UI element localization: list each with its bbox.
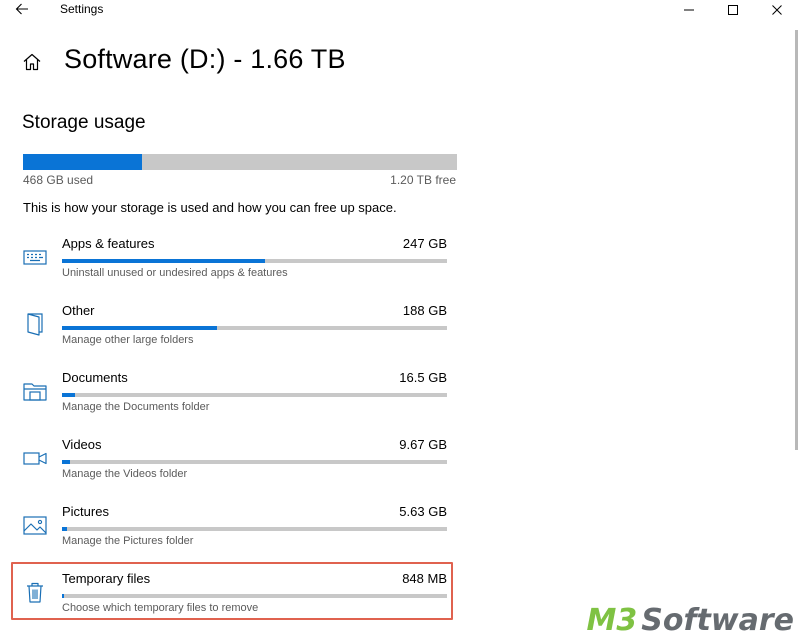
category-name: Documents: [62, 370, 128, 385]
category-bar-fill: [62, 527, 67, 531]
page-title: Software (D:) - 1.66 TB: [64, 44, 346, 74]
category-name: Videos: [62, 437, 102, 452]
section-title: Storage usage: [22, 112, 146, 133]
category-size: 9.67 GB: [399, 437, 447, 452]
storage-description: This is how your storage is used and how…: [23, 200, 397, 215]
category-bar-fill: [62, 460, 71, 464]
category-apps-features[interactable]: Apps & features 247 GB Uninstall unused …: [14, 236, 454, 294]
category-subtitle: Manage the Videos folder: [62, 468, 188, 480]
category-size: 188 GB: [402, 303, 447, 318]
keyboard-icon: [23, 250, 47, 265]
used-label: 468 GB used: [23, 173, 94, 187]
video-camera-icon: [23, 452, 47, 465]
close-button[interactable]: [760, 0, 794, 20]
category-pictures[interactable]: Pictures 5.63 GB Manage the Pictures fol…: [14, 504, 454, 562]
storage-usage-fill: [23, 154, 143, 170]
maximize-icon: [728, 5, 738, 15]
category-bar: [62, 326, 447, 330]
category-bar: [62, 460, 447, 464]
settings-window: Settings Software (D:) - 1.66 TB Storage…: [0, 0, 800, 640]
category-other[interactable]: Other 188 GB Manage other large folders: [14, 303, 454, 361]
category-videos[interactable]: Videos 9.67 GB Manage the Videos folder: [14, 437, 454, 495]
watermark-software: Software: [641, 603, 794, 638]
category-bar: [62, 259, 447, 263]
documents-folder-icon: [23, 383, 47, 401]
category-name: Apps & features: [62, 236, 155, 251]
watermark-m3: M3: [586, 603, 638, 638]
free-label: 1.20 TB free: [390, 173, 456, 187]
minimize-button[interactable]: [672, 0, 706, 20]
category-bar: [62, 393, 447, 397]
home-icon: [23, 53, 41, 71]
category-subtitle: Manage the Documents folder: [62, 401, 210, 413]
picture-icon: [23, 516, 47, 535]
category-name: Other: [62, 303, 95, 318]
arrow-left-icon: [15, 3, 28, 15]
category-size: 247 GB: [402, 236, 447, 251]
home-button[interactable]: [22, 52, 44, 74]
category-subtitle: Manage other large folders: [62, 334, 194, 346]
brand-watermark: M3 Software: [587, 603, 794, 638]
category-documents[interactable]: Documents 16.5 GB Manage the Documents f…: [14, 370, 454, 428]
category-size: 5.63 GB: [399, 504, 447, 519]
maximize-button[interactable]: [716, 0, 750, 20]
category-subtitle: Manage the Pictures folder: [62, 535, 194, 547]
close-icon: [772, 5, 782, 15]
category-bar-fill: [62, 326, 217, 330]
storage-usage-bar: [23, 154, 457, 170]
temporary-files-highlight: [11, 562, 453, 620]
back-button[interactable]: [12, 0, 36, 20]
scrollbar[interactable]: [795, 30, 798, 450]
title-bar: Settings: [0, 0, 800, 20]
category-bar-fill: [62, 259, 266, 263]
category-name: Pictures: [62, 504, 109, 519]
category-size: 16.5 GB: [399, 370, 447, 385]
app-title: Settings: [60, 2, 104, 16]
folder-book-icon: [27, 313, 43, 336]
category-bar: [62, 527, 447, 531]
category-bar-fill: [62, 393, 76, 397]
category-subtitle: Uninstall unused or undesired apps & fea…: [62, 267, 288, 279]
minimize-icon: [684, 9, 694, 11]
